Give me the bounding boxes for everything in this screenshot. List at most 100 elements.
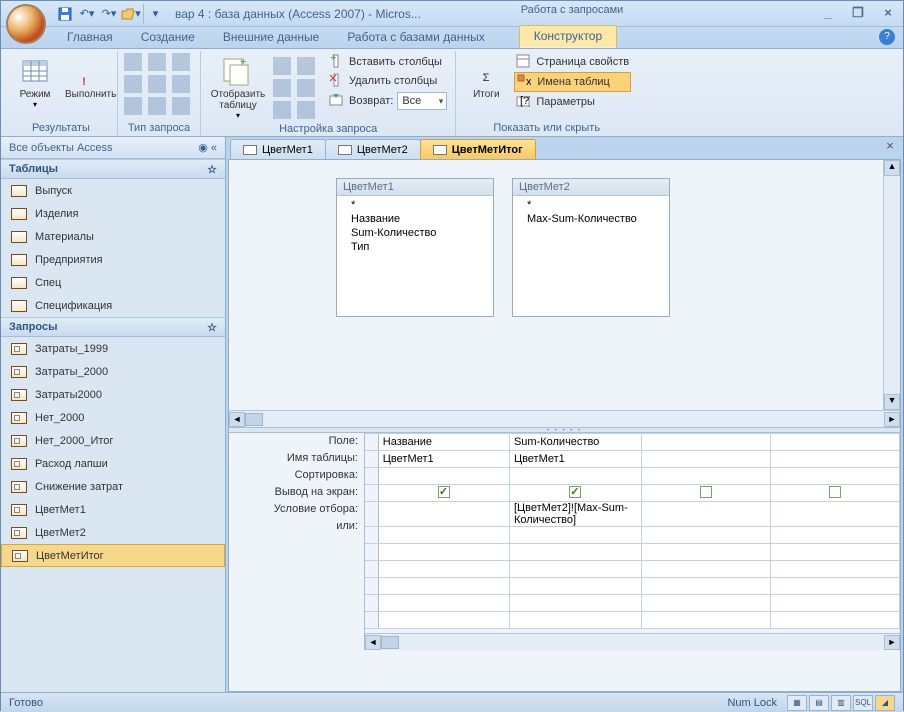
grid-cell[interactable]	[770, 527, 899, 544]
nav-query-item[interactable]: Затраты_1999	[1, 337, 225, 360]
grid-cell[interactable]	[770, 468, 899, 485]
field-item[interactable]: *	[513, 198, 669, 212]
show-checkbox[interactable]	[700, 486, 712, 498]
property-sheet-button[interactable]: Страница свойств	[514, 53, 631, 71]
grid-cell[interactable]	[378, 485, 509, 502]
grid-cell[interactable]	[509, 544, 641, 561]
grid-hscroll[interactable]: ◄►	[365, 633, 900, 650]
grid-cell[interactable]	[641, 502, 770, 527]
nav-query-item[interactable]: Нет_2000	[1, 406, 225, 429]
grid-cell[interactable]	[641, 451, 770, 468]
nav-table-item[interactable]: Спец	[1, 271, 225, 294]
grid-cell[interactable]	[641, 527, 770, 544]
field-list-1[interactable]: ЦветМет1 *НазваниеSum-КоличествоТип	[336, 178, 494, 317]
grid-cell[interactable]	[770, 485, 899, 502]
grid-cell[interactable]: [ЦветМет2]![Max-Sum-Количество]	[509, 502, 641, 527]
nav-query-item[interactable]: ЦветМет2	[1, 521, 225, 544]
doc-tab[interactable]: ЦветМетИтог	[420, 139, 536, 159]
design-view-button[interactable]: ◢	[875, 695, 895, 711]
nav-query-item[interactable]: Снижение затрат	[1, 475, 225, 498]
tab-create[interactable]: Создание	[127, 27, 209, 48]
qat-customize-icon[interactable]: ▾	[143, 4, 163, 24]
open-icon[interactable]: ▾	[121, 4, 141, 24]
pivot-view-button[interactable]: ▤	[809, 695, 829, 711]
grid-cell[interactable]	[378, 561, 509, 578]
field-list-2[interactable]: ЦветМет2 *Max-Sum-Количество	[512, 178, 670, 317]
tab-external[interactable]: Внешние данные	[209, 27, 334, 48]
datasheet-view-button[interactable]: ▦	[787, 695, 807, 711]
grid-cell[interactable]	[641, 485, 770, 502]
grid-cell[interactable]	[770, 544, 899, 561]
row-ops[interactable]	[273, 57, 319, 121]
close-doc-button[interactable]: ×	[883, 140, 897, 154]
nav-query-item[interactable]: Затраты_2000	[1, 360, 225, 383]
table-names-button[interactable]: xyzИмена таблиц	[514, 72, 631, 92]
grid-cell[interactable]: ЦветМет1	[509, 451, 641, 468]
grid-cell[interactable]	[378, 595, 509, 612]
grid-cell[interactable]	[509, 485, 641, 502]
grid-cell[interactable]	[509, 468, 641, 485]
nav-table-item[interactable]: Материалы	[1, 225, 225, 248]
nav-query-item[interactable]: ЦветМет1	[1, 498, 225, 521]
nav-table-item[interactable]: Предприятия	[1, 248, 225, 271]
field-item[interactable]: Тип	[337, 240, 493, 254]
help-button[interactable]: ?	[879, 29, 895, 45]
grid-cell[interactable]: Название	[378, 434, 509, 451]
field-item[interactable]: Sum-Количество	[337, 226, 493, 240]
query-diagram-pane[interactable]: ЦветМет1 *НазваниеSum-КоличествоТип Цвет…	[229, 160, 900, 410]
grid-cell[interactable]	[378, 468, 509, 485]
grid-cell[interactable]	[641, 578, 770, 595]
grid-cell[interactable]: Sum-Количество	[509, 434, 641, 451]
minimize-button[interactable]: _	[817, 5, 839, 23]
nav-group-queries[interactable]: Запросы☆	[1, 317, 225, 337]
grid-cell[interactable]	[770, 578, 899, 595]
tab-home[interactable]: Главная	[53, 27, 127, 48]
field-item[interactable]: *	[337, 198, 493, 212]
doc-tab[interactable]: ЦветМет1	[230, 139, 326, 159]
nav-group-tables[interactable]: Таблицы☆	[1, 159, 225, 179]
grid-cell[interactable]	[378, 544, 509, 561]
grid-cell[interactable]	[641, 434, 770, 451]
grid-cell[interactable]	[641, 595, 770, 612]
grid-cell[interactable]	[509, 527, 641, 544]
run-button[interactable]: ! Выполнить	[63, 53, 111, 102]
show-checkbox[interactable]	[829, 486, 841, 498]
nav-query-item[interactable]: ЦветМетИтог	[1, 544, 225, 567]
totals-button[interactable]: Σ Итоги	[462, 53, 510, 102]
nav-header[interactable]: Все объекты Access◉ «	[1, 137, 225, 159]
diagram-hscroll[interactable]: ◄►	[229, 410, 900, 427]
grid-cell[interactable]	[641, 561, 770, 578]
query-grid[interactable]: Поле: Имя таблицы: Сортировка: Вывод на …	[229, 433, 900, 650]
insert-columns-button[interactable]: +Вставить столбцы	[327, 53, 449, 71]
view-button[interactable]: Режим▾	[11, 53, 59, 111]
grid-cell[interactable]	[509, 595, 641, 612]
field-item[interactable]: Название	[337, 212, 493, 226]
undo-icon[interactable]: ↶▾	[77, 4, 97, 24]
grid-cell[interactable]	[770, 434, 899, 451]
parameters-button[interactable]: [?]Параметры	[514, 93, 631, 111]
show-checkbox[interactable]	[569, 486, 581, 498]
grid-cell[interactable]	[378, 612, 509, 629]
grid-cell[interactable]	[770, 595, 899, 612]
grid-cell[interactable]	[770, 502, 899, 527]
diagram-vscroll[interactable]: ▲▼	[883, 160, 900, 410]
doc-tab[interactable]: ЦветМет2	[325, 139, 421, 159]
nav-query-item[interactable]: Затраты2000	[1, 383, 225, 406]
grid-cell[interactable]	[378, 527, 509, 544]
sql-view-button[interactable]: SQL	[853, 695, 873, 711]
nav-table-item[interactable]: Выпуск	[1, 179, 225, 202]
show-table-button[interactable]: + Отобразить таблицу▾	[207, 53, 269, 122]
grid-cell[interactable]	[509, 612, 641, 629]
grid-cell[interactable]	[770, 451, 899, 468]
chart-view-button[interactable]: ▥	[831, 695, 851, 711]
redo-icon[interactable]: ↷▾	[99, 4, 119, 24]
grid-cell[interactable]	[641, 468, 770, 485]
office-button[interactable]	[6, 4, 46, 44]
grid-cell[interactable]	[770, 561, 899, 578]
grid-cell[interactable]	[378, 502, 509, 527]
tab-design[interactable]: Конструктор	[519, 25, 617, 48]
grid-cell[interactable]	[641, 612, 770, 629]
grid-cell[interactable]	[378, 578, 509, 595]
field-item[interactable]: Max-Sum-Количество	[513, 212, 669, 226]
nav-table-item[interactable]: Спецификация	[1, 294, 225, 317]
